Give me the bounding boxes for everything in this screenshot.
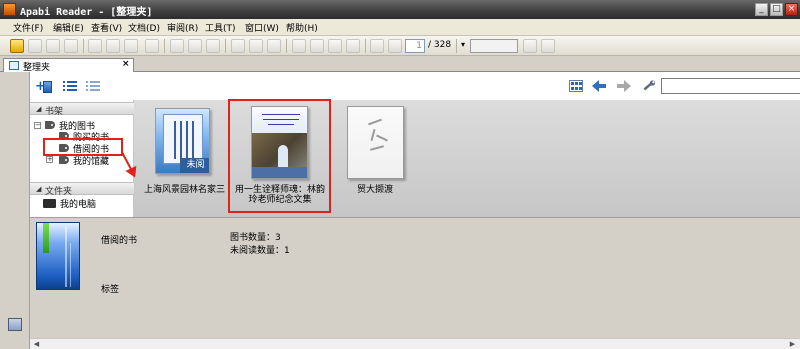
tag-icon [45,121,55,129]
menu-bar: 文件(F) 编辑(E) 查看(V) 文档(D) 审阅(R) 工具(T) 窗口(W… [0,19,800,36]
scroll-right-icon[interactable]: ▶ [788,340,797,349]
tab-close-icon[interactable]: × [122,59,130,69]
menu-file[interactable]: 文件(F) [13,21,43,34]
tab-strip: 整理夹 × [0,56,800,73]
left-strip [0,72,30,349]
fit-page-icon[interactable] [231,39,245,53]
shelf-header[interactable]: ◢ 书架 [30,102,134,117]
close-button[interactable]: × [785,3,798,16]
menu-tools[interactable]: 工具(T) [205,21,236,34]
book-count: 图书数量：3 [230,233,281,243]
book-cover[interactable] [347,106,404,179]
tree-expander-icon[interactable]: + [46,156,53,163]
toolbar-separator [456,39,457,53]
actual-size-icon[interactable] [267,39,281,53]
zoom-in-icon[interactable] [170,39,184,53]
folder-header-label: 文件夹 [45,187,73,197]
mail-icon[interactable] [64,39,78,53]
menu-review[interactable]: 审阅(R) [167,21,198,34]
tree-expander-icon[interactable]: − [34,122,41,129]
detail-view-icon[interactable] [86,80,100,92]
search-input[interactable] [661,78,800,94]
cover-art [163,114,203,164]
window-title: Apabi Reader - [整理夹] [20,7,153,18]
zoom-area-icon[interactable] [206,39,220,53]
horizontal-scrollbar[interactable]: ◀ ▶ [30,338,800,349]
window-icon [9,61,19,70]
scroll-left-icon[interactable]: ◀ [32,340,41,349]
single-page-icon[interactable] [292,39,306,53]
shelf-book-icon [36,222,80,290]
rotate-icon[interactable] [523,39,537,53]
tag-icon [59,156,69,164]
menu-edit[interactable]: 编辑(E) [53,21,84,34]
sidebar: ◢ 书架 − 我的图书 购买的书 借阅的书 + 我的馆藏 ◢ 文件夹 我的电脑 [30,100,134,217]
zoom-dropdown-icon[interactable]: ▾ [461,40,468,52]
print-icon[interactable] [46,39,60,53]
next-page-icon[interactable] [388,39,402,53]
toolbar: 1 / 328 ▾ [0,36,800,56]
fit-width-icon[interactable] [249,39,263,53]
detail-tag-label: 标签 [101,285,120,295]
snapshot-icon[interactable] [124,39,138,53]
wrench-icon[interactable] [642,80,656,92]
menu-document[interactable]: 文档(D) [128,21,160,34]
save-icon[interactable] [28,39,42,53]
book-title[interactable]: 上海风景园林名家三 [142,185,227,196]
select-icon[interactable] [88,39,102,53]
tab-organizer[interactable]: 整理夹 × [3,58,134,73]
tree-item-my-computer[interactable]: 我的电脑 [60,197,96,210]
properties-icon[interactable] [541,39,555,53]
app-icon[interactable] [3,3,16,16]
cover-art [368,118,382,126]
cover-art [369,145,385,151]
thumbnail-view-icon[interactable] [569,80,583,92]
toolbar-separator [225,39,226,53]
menu-help[interactable]: 帮助(H) [286,21,318,34]
folder-icon [43,199,56,208]
selection-highlight [228,99,331,213]
title-bar: Apabi Reader - [整理夹] _ □ × [0,0,800,19]
unread-badge: 未阅 [180,158,209,173]
shelf-header-label: 书架 [45,107,64,117]
forward-arrow-icon[interactable] [617,80,631,92]
back-arrow-icon[interactable] [592,80,606,92]
cover-art [376,134,388,142]
toolbar-separator [365,39,366,53]
panel-toggle-icon[interactable] [8,318,22,331]
continuous-facing-icon[interactable] [346,39,360,53]
page-number-input[interactable]: 1 [405,39,425,53]
zoom-out-icon[interactable] [188,39,202,53]
detail-panel [30,217,800,338]
detail-name: 借阅的书 [101,236,138,246]
toolbar-separator [83,39,84,53]
toolbar-separator [286,39,287,53]
open-folder-icon[interactable] [10,39,24,53]
menu-view[interactable]: 查看(V) [91,21,122,34]
list-view-icon[interactable] [63,80,77,92]
annotation-highlight [43,138,123,156]
maximize-button[interactable]: □ [770,3,783,16]
zoom-input[interactable] [470,39,518,53]
page-total: / 328 [428,40,452,50]
toolbar-separator [164,39,165,53]
organizer-toolbar: + ▾ [30,72,800,100]
previous-page-icon[interactable] [370,39,384,53]
book-cover[interactable]: 未阅 [155,108,210,174]
collapse-triangle-icon: ◢ [36,185,42,193]
add-book-icon[interactable]: + [35,80,53,94]
continuous-page-icon[interactable] [310,39,324,53]
book-title[interactable]: 贸大撷渡 [344,185,406,196]
minimize-button[interactable]: _ [755,3,768,16]
menu-window[interactable]: 窗口(W) [245,21,279,34]
text-select-icon[interactable] [106,39,120,53]
folder-header[interactable]: ◢ 文件夹 [30,182,134,197]
unread-count: 未阅读数量：1 [230,246,290,256]
facing-pages-icon[interactable] [328,39,342,53]
collapse-triangle-icon: ◢ [36,105,42,113]
cover-art [370,128,376,142]
hand-tool-icon[interactable] [145,39,159,53]
